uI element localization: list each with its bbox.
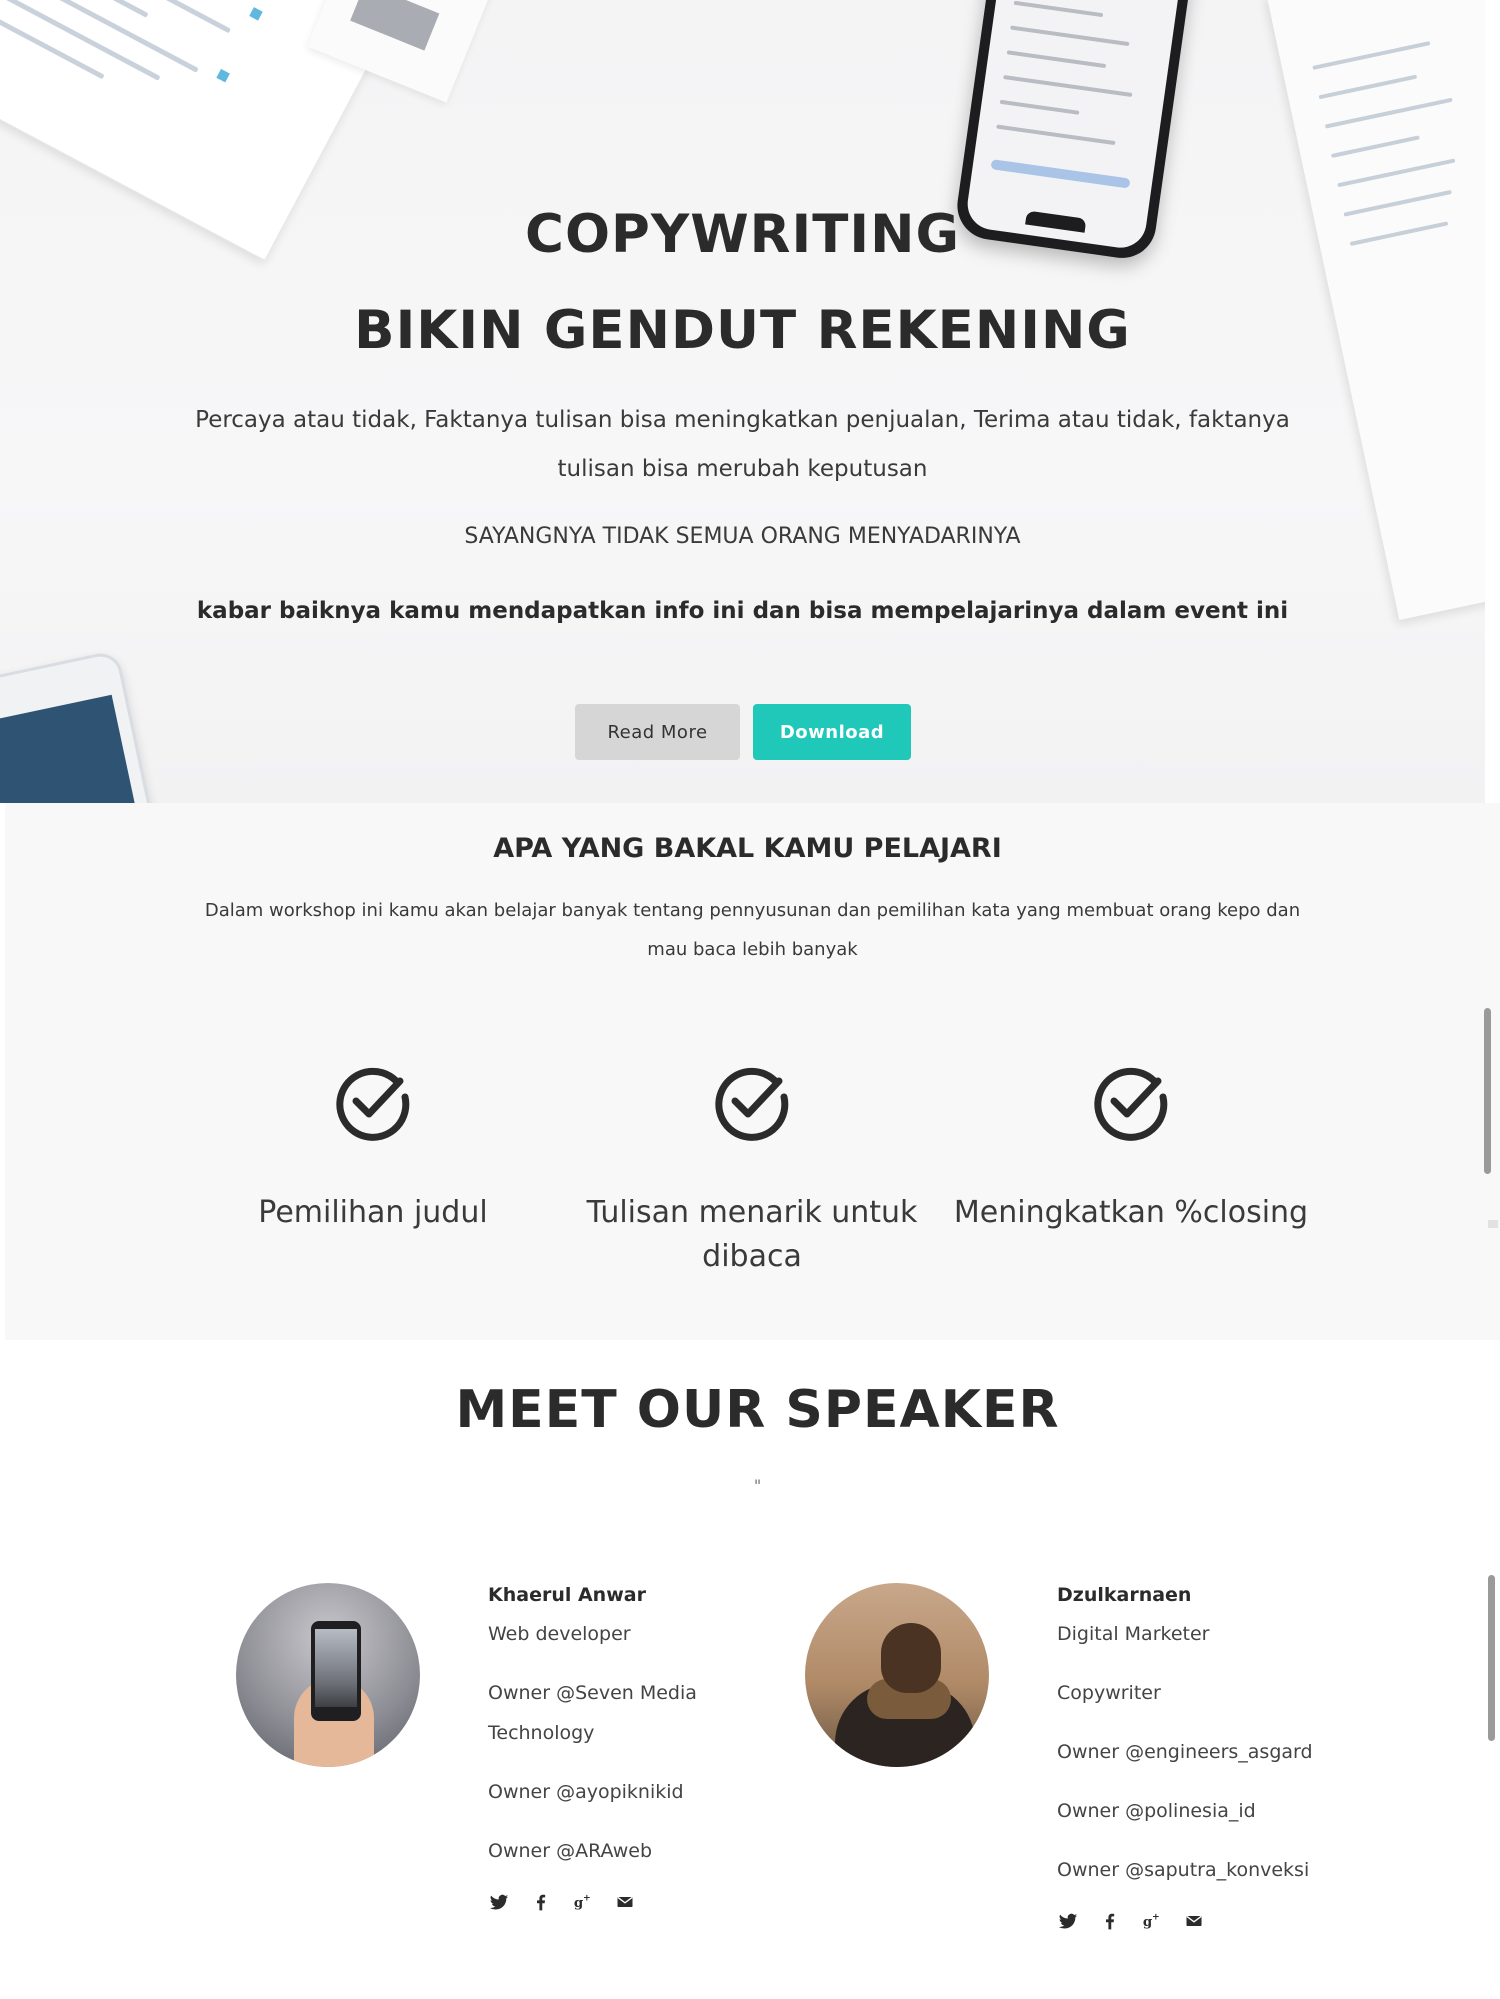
- speaker-role: Owner @Seven Media Technology: [488, 1682, 697, 1744]
- google-plus-icon[interactable]: g +: [1141, 1910, 1163, 1932]
- svg-text:+: +: [583, 1892, 591, 1903]
- email-icon[interactable]: [1183, 1910, 1205, 1932]
- feature-item: Meningkatkan %closing: [951, 1061, 1311, 1235]
- check-circle-icon: [715, 1067, 789, 1141]
- scrollbar-thumb[interactable]: [1484, 1008, 1491, 1174]
- speaker-role: Owner @engineers_asgard: [1057, 1741, 1313, 1763]
- page-gutter: [1485, 0, 1500, 803]
- speaker-quote: ": [753, 1476, 762, 1495]
- facebook-icon[interactable]: [1099, 1910, 1121, 1932]
- scrollbar-thumb[interactable]: [1488, 1575, 1495, 1741]
- speaker-role: Owner @saputra_konveksi: [1057, 1859, 1310, 1881]
- speaker-role: Owner @ARAweb: [488, 1840, 653, 1862]
- feature-label: Pemilihan judul: [258, 1195, 488, 1230]
- speaker-card: Khaerul Anwar Web developer Owner @Seven…: [488, 1580, 718, 1913]
- decorative-tablet-image: [0, 649, 159, 803]
- feature-label: Meningkatkan %closing: [953, 1195, 1309, 1230]
- hero-title-line2: BIKIN GENDUT REKENING: [354, 300, 1131, 361]
- divider: [1488, 1220, 1498, 1228]
- learn-section: APA YANG BAKAL KAMU PELAJARI Dalam works…: [5, 803, 1500, 1340]
- read-more-button[interactable]: Read More: [575, 704, 740, 760]
- check-circle-icon: [1094, 1067, 1168, 1141]
- hero-good-news-text: kabar baiknya kamu mendapatkan info ini …: [196, 598, 1289, 624]
- twitter-icon[interactable]: [488, 1891, 510, 1913]
- facebook-icon[interactable]: [530, 1891, 552, 1913]
- avatar: [236, 1583, 420, 1767]
- feature-item: Pemilihan judul: [193, 1061, 553, 1235]
- hero-title-line1: COPYWRITING: [525, 204, 960, 265]
- svg-text:g: g: [1143, 1914, 1152, 1930]
- speaker-name: Khaerul Anwar: [488, 1584, 646, 1606]
- hero-description: Percaya atau tidak, Faktanya tulisan bis…: [195, 407, 1290, 482]
- learn-title: APA YANG BAKAL KAMU PELAJARI: [493, 833, 1002, 864]
- learn-description: Dalam workshop ini kamu akan belajar ban…: [204, 900, 1301, 960]
- avatar: [805, 1583, 989, 1767]
- feature-label: Tulisan menarik untuk dibaca: [586, 1195, 918, 1274]
- download-button[interactable]: Download: [753, 704, 911, 760]
- speaker-role: Owner @polinesia_id: [1057, 1800, 1256, 1822]
- speaker-role: Digital Marketer: [1057, 1623, 1210, 1645]
- twitter-icon[interactable]: [1057, 1910, 1079, 1932]
- speaker-card: Dzulkarnaen Digital Marketer Copywriter …: [1057, 1580, 1313, 1932]
- speaker-section-title: MEET OUR SPEAKER: [455, 1380, 1060, 1440]
- hero-section: COPYWRITING BIKIN GENDUT REKENING Percay…: [0, 0, 1485, 803]
- check-circle-icon: [336, 1067, 410, 1141]
- speaker-role: Web developer: [488, 1623, 631, 1645]
- speaker-role: Owner @ayopiknikid: [488, 1781, 684, 1803]
- feature-item: Tulisan menarik untuk dibaca: [572, 1061, 932, 1279]
- speaker-name: Dzulkarnaen: [1057, 1584, 1192, 1606]
- email-icon[interactable]: [614, 1891, 636, 1913]
- speaker-role: Copywriter: [1057, 1682, 1161, 1704]
- svg-text:+: +: [1152, 1911, 1160, 1922]
- social-links: g +: [1057, 1910, 1313, 1932]
- google-plus-icon[interactable]: g +: [572, 1891, 594, 1913]
- svg-text:g: g: [574, 1895, 583, 1911]
- social-links: g +: [488, 1891, 718, 1913]
- hero-warning-text: SAYANGNYA TIDAK SEMUA ORANG MENYADARINYA: [464, 524, 1021, 549]
